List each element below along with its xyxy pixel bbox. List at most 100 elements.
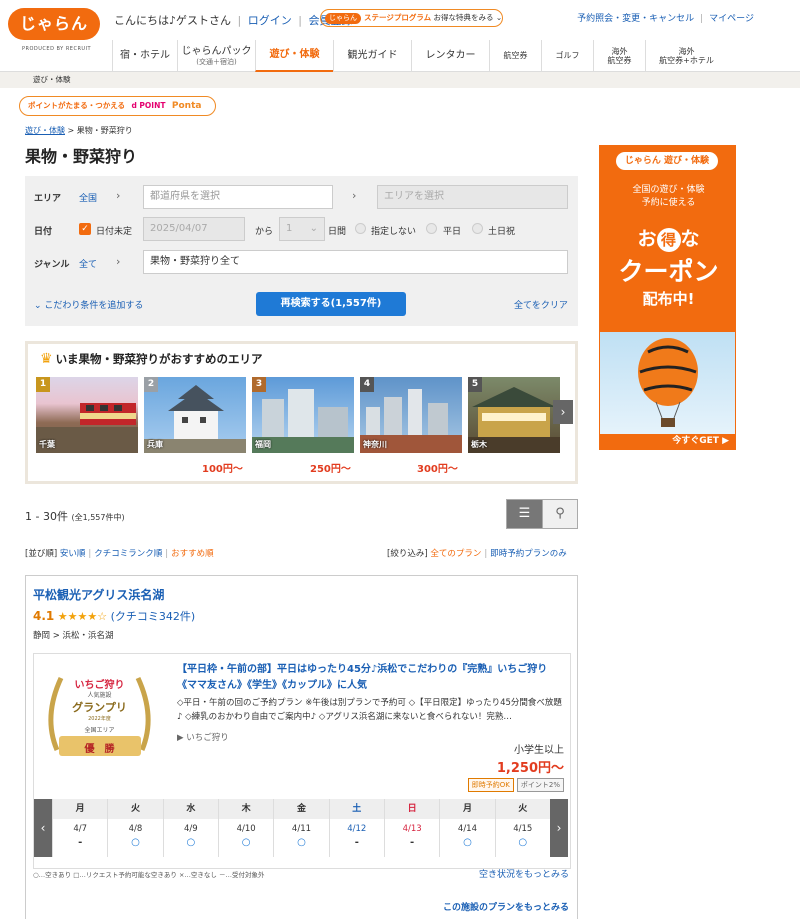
availability-legend: ○…空きあり □…リクエスト予約可能な空きあり ×…空きなし －…受付対象外 <box>33 871 265 879</box>
calendar-day[interactable]: 4/15 ○ <box>494 819 550 857</box>
star-rating-icon: ★★★★☆ <box>57 610 108 623</box>
area-name: 福岡 <box>255 440 271 449</box>
calendar-day[interactable]: 4/11 ○ <box>273 819 328 857</box>
plan-description: ◇平日・午前の回のご予約プラン ※午後は別プランで予約可 ◇【平日限定】ゆったり… <box>177 698 562 723</box>
reviews-link[interactable]: (クチコミ342件) <box>111 610 196 623</box>
rank-badge: 5 <box>468 377 482 392</box>
greeting-area: こんにちは♪ゲストさん | ログイン | 会員登録 <box>114 12 352 28</box>
sort-recommend[interactable]: おすすめ順 <box>171 549 214 559</box>
calendar-day[interactable]: 4/14 ○ <box>439 819 494 857</box>
genre-select[interactable]: 果物・野菜狩り全て <box>143 250 568 274</box>
area-value-link[interactable]: 全国 <box>79 191 97 204</box>
search-button[interactable]: 再検索する(1,557件) <box>256 292 406 316</box>
ad-get-button[interactable]: 今すぐGET ▶ <box>600 434 735 449</box>
nav-overseas-hotel[interactable]: 海外 航空券+ホテル <box>645 40 727 72</box>
area-card-fukuoka[interactable]: 3 福岡 <box>252 377 354 453</box>
area-card-tochigi[interactable]: 5 栃木 <box>468 377 560 453</box>
calendar-prev-button[interactable]: ‹ <box>34 799 52 857</box>
radio-weekend[interactable] <box>472 223 483 234</box>
stage-program-button[interactable]: じゃらん ステージプログラム お得な特典をみる ⌄ <box>320 9 503 27</box>
calendar-dow: 金 <box>273 799 328 819</box>
nav-golf[interactable]: ゴルフ <box>541 40 593 72</box>
more-availability-link[interactable]: 空き状況をもっとみる <box>479 867 569 880</box>
instant-booking-tag: 即時予約OK <box>467 778 514 792</box>
ad-distribution-text: 配布中! <box>642 290 695 308</box>
point-rate-tag: ポイント2% <box>516 778 564 792</box>
facility-rating: 4.1 ★★★★☆ (クチコミ342件) <box>33 609 196 623</box>
area-select[interactable]: エリアを選択 <box>377 185 568 209</box>
facility-name[interactable]: 平松観光アグリス浜名湖 <box>33 586 164 603</box>
result-count: 1 - 30件 (全1,557件中) <box>25 510 125 523</box>
carousel-next-button[interactable]: › <box>553 400 573 424</box>
chevron-right-icon: › <box>116 189 121 202</box>
map-pin-icon[interactable]: ⚲ <box>541 500 577 528</box>
recommend-title: ♛ いま果物・野菜狩りがおすすめのエリア <box>40 351 263 367</box>
chevron-right-icon: › <box>116 255 121 268</box>
hot-air-balloon-image <box>600 332 735 436</box>
nav-overseas-flight[interactable]: 海外 航空券 <box>593 40 645 72</box>
date-label: 日付 <box>34 227 53 237</box>
reservation-link[interactable]: 予約照会・変更・キャンセル <box>577 14 694 24</box>
dpoint-logo: d POINT <box>131 101 166 110</box>
login-link[interactable]: ログイン <box>248 14 292 27</box>
calendar-day[interactable]: 4/9 ○ <box>162 819 218 857</box>
calendar-day[interactable]: 4/10 ○ <box>217 819 273 857</box>
date-undecided-checkbox[interactable]: ✓ <box>79 223 91 235</box>
nav-flight[interactable]: 航空券 <box>489 40 541 72</box>
more-plans-link[interactable]: この施設のプランをもっとみる <box>443 900 569 913</box>
chevron-down-icon: ⌄ <box>309 223 318 234</box>
calendar-day[interactable]: 4/8 ○ <box>107 819 162 857</box>
area-card-hyogo[interactable]: 2 兵庫 <box>144 377 246 453</box>
sort-bar: [並び順] 安い順 | クチコミランク順 | おすすめ順 <box>25 549 214 559</box>
area-card-chiba[interactable]: 1 千葉 <box>36 377 138 453</box>
plan-box: いちご狩り 人気施設 グランプリ 2022年度 全国エリア 優 勝 【平日枠・午… <box>33 653 571 869</box>
jalan-logo[interactable]: じゃらん <box>8 8 100 40</box>
calendar-day: 4/7- <box>52 819 107 857</box>
mypage-link[interactable]: マイページ <box>709 14 754 24</box>
coupon-ad-banner[interactable]: じゃらん 遊び・体験 全国の遊び・体験 予約に使える お得な クーポン 配布中! … <box>599 145 736 450</box>
area-name: 栃木 <box>471 440 487 449</box>
radio-weekday[interactable] <box>426 223 437 234</box>
availability-calendar: ‹ 月 火 水 木 金 土 日 月 火 4/7- 4/8 ○ 4/9 ○ 4/10 ○… <box>34 799 568 857</box>
radio-none[interactable] <box>355 223 366 234</box>
nav-pack[interactable]: じゃらんパック (交通＋宿泊) <box>177 40 255 72</box>
area-price-kanagawa: 300円～ <box>417 464 458 475</box>
nav-rentacar[interactable]: レンタカー <box>411 40 489 72</box>
ad-headline: お得な <box>637 228 700 252</box>
days-select[interactable]: 1 ⌄ <box>279 217 325 241</box>
stage-badge: じゃらん <box>325 13 361 24</box>
calendar-dow: 月 <box>439 799 494 819</box>
list-view-icon[interactable]: ☰ <box>507 500 542 528</box>
rank-badge: 3 <box>252 377 266 392</box>
plan-price: 1,250円～ <box>496 761 564 776</box>
chevron-right-icon: › <box>352 189 357 202</box>
area-name: 兵庫 <box>147 440 163 449</box>
calendar-next-button[interactable]: › <box>550 799 568 857</box>
calendar-dow: 水 <box>162 799 218 819</box>
date-input[interactable]: 2025/04/07 <box>143 217 245 241</box>
area-card-kanagawa[interactable]: 4 神奈川 <box>360 377 462 453</box>
nav-guide[interactable]: 観光ガイド <box>333 40 411 72</box>
prefecture-select[interactable]: 都道府県を選択 <box>143 185 333 209</box>
calendar-dow: 木 <box>217 799 273 819</box>
facility-location: 静岡 > 浜松・浜名湖 <box>33 631 114 641</box>
breadcrumb-root[interactable]: 遊び・体験 <box>25 126 65 135</box>
nav-hotel[interactable]: 宿・ホテル <box>112 40 177 72</box>
more-conditions-link[interactable]: ⌄ こだわり条件を追加する <box>34 298 143 311</box>
ad-subtext: 全国の遊び・体験 予約に使える <box>632 185 705 209</box>
sort-review[interactable]: クチコミランク順 <box>94 549 162 559</box>
genre-value-link[interactable]: 全て <box>79 257 97 270</box>
calendar-day: 4/12- <box>328 819 384 857</box>
calendar-dow: 火 <box>494 799 550 819</box>
sort-cheap[interactable]: 安い順 <box>60 549 86 559</box>
area-label: エリア <box>34 194 62 204</box>
filter-all[interactable]: 全てのプラン <box>430 549 481 559</box>
clear-all-link[interactable]: 全てをクリア <box>514 298 568 311</box>
nav-activities[interactable]: 遊び・体験 <box>255 40 333 72</box>
filter-bar: [絞り込み] 全てのプラン | 即時予約プランのみ <box>387 549 567 559</box>
filter-instant[interactable]: 即時予約プランのみ <box>490 549 567 559</box>
points-banner[interactable]: ポイントがたまる・つかえる d POINT Ponta <box>19 96 216 116</box>
top-links: 予約照会・変更・キャンセル | マイページ <box>577 14 754 24</box>
plan-title-link[interactable]: 【平日枠・午前の部】平日はゆったり45分♪浜松でこだわりの『完熟』いちご狩り《マ… <box>177 662 567 693</box>
page-title: 果物・野菜狩り <box>25 147 138 166</box>
